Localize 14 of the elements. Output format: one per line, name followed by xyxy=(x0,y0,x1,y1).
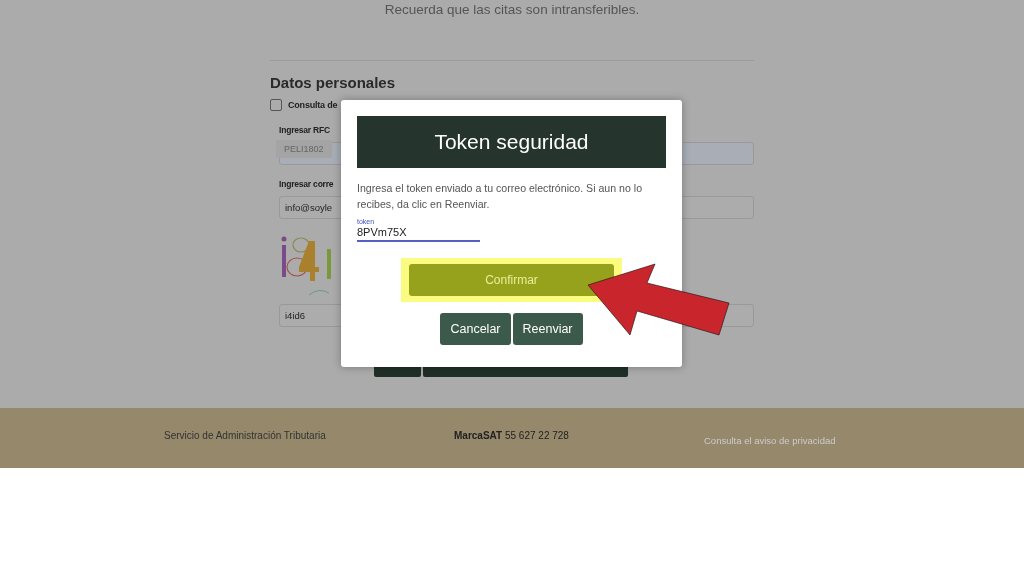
field-label: Ingresar RFC xyxy=(279,125,330,135)
notice-text: Recuerda que las citas son intransferibles. xyxy=(383,1,641,19)
section-title: Datos personales xyxy=(270,74,397,91)
footer-phone: MarcaSAT 55 627 22 728 xyxy=(454,430,570,441)
field-label: Ingresar corre xyxy=(279,179,334,189)
dialog-button[interactable]: Cancelar xyxy=(440,313,511,345)
dialog-button[interactable]: Reenviar xyxy=(512,313,583,345)
arrow-icon xyxy=(587,263,730,336)
footer-org: Servicio de Administración Tributaria xyxy=(164,430,327,441)
dialog-message: Ingresa el token enviado a tu correo electrónico. Si aun no lo recibes, da clic en Reenviar. xyxy=(357,181,644,212)
checkbox[interactable] xyxy=(270,99,282,111)
dialog-title: Token seguridad xyxy=(357,116,666,168)
token-field[interactable]: 8PVm75X xyxy=(357,225,480,242)
checkbox-label: Consulta de xyxy=(288,100,338,110)
